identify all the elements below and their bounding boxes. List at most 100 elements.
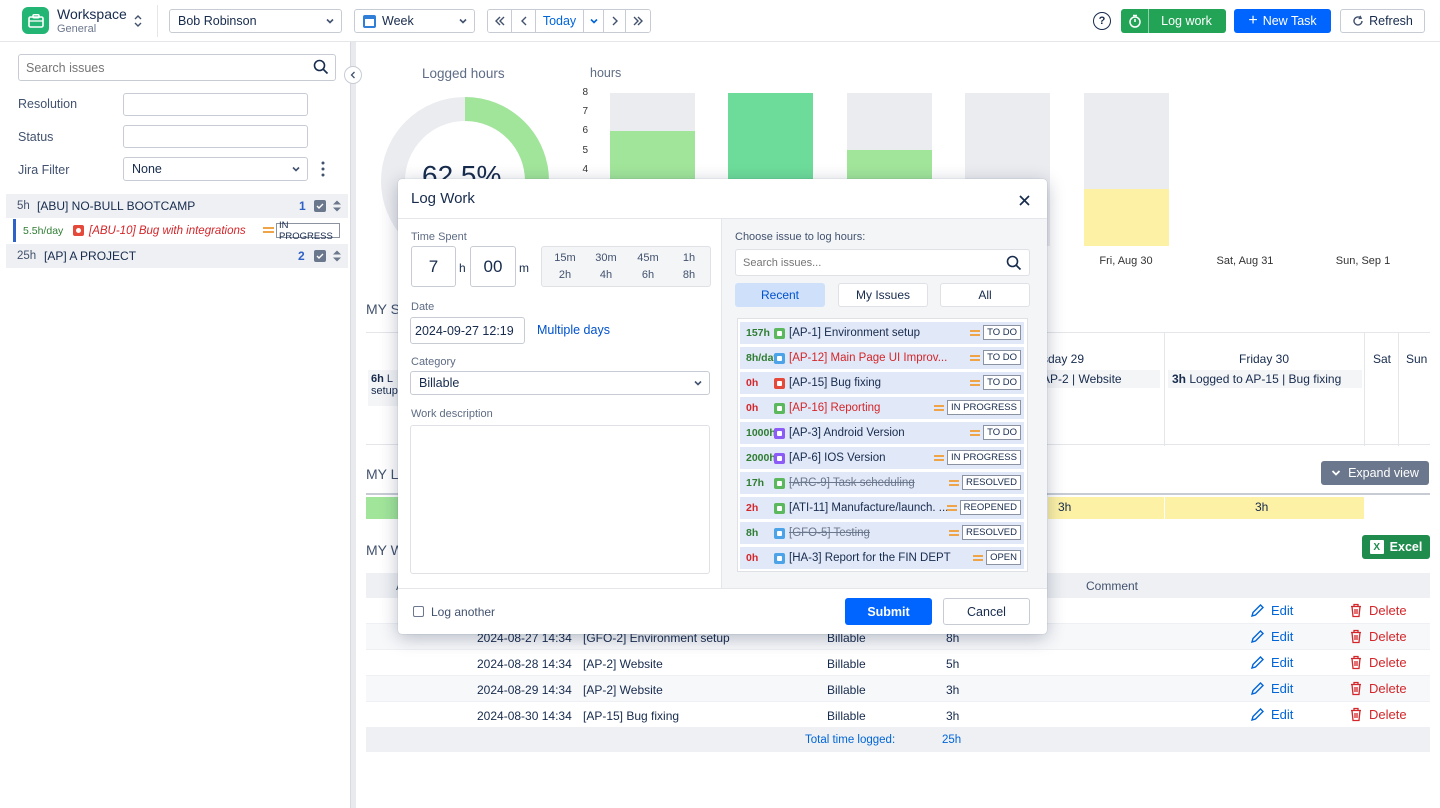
- workspace-switch-icon[interactable]: [133, 13, 143, 29]
- minutes-input[interactable]: 00: [470, 246, 516, 287]
- edit-button[interactable]: Edit: [1250, 681, 1293, 696]
- calendar-icon: [363, 14, 376, 28]
- sort-icon[interactable]: [332, 249, 342, 263]
- search-input[interactable]: [19, 55, 304, 80]
- expand-view-label: Expand view: [1348, 466, 1419, 480]
- edit-button[interactable]: Edit: [1250, 629, 1293, 644]
- worklog-issue[interactable]: [AP-15] Bug fixing: [583, 709, 679, 723]
- close-icon[interactable]: [1016, 192, 1032, 208]
- quick-time-button[interactable]: 6h: [633, 269, 663, 281]
- delete-button[interactable]: Delete: [1349, 707, 1407, 722]
- hours-bar[interactable]: [1084, 93, 1169, 246]
- issue-type-icon: [774, 352, 785, 364]
- delete-label: Delete: [1369, 707, 1407, 722]
- sort-icon[interactable]: [332, 199, 342, 213]
- issue-list-item[interactable]: 157h [AP-1] Environment setup TO DO: [740, 322, 1024, 344]
- delete-button[interactable]: Delete: [1349, 603, 1407, 618]
- issue-key: [AP-16] Reporting: [789, 402, 881, 414]
- search-box[interactable]: [18, 54, 336, 81]
- delete-button[interactable]: Delete: [1349, 681, 1407, 696]
- issue-list-item[interactable]: 0h [AP-16] Reporting IN PROGRESS: [740, 397, 1024, 419]
- issue-list-item[interactable]: 0h [AP-15] Bug fixing TO DO: [740, 372, 1024, 394]
- today-button[interactable]: Today: [536, 10, 584, 32]
- resolution-field[interactable]: [123, 93, 308, 116]
- timeline-bar[interactable]: 3h: [1048, 497, 1164, 519]
- issue-search-input[interactable]: [736, 250, 996, 275]
- period-select[interactable]: Week: [354, 9, 475, 33]
- header-separator: [157, 5, 158, 37]
- work-description-textarea[interactable]: [410, 425, 710, 574]
- issue-search-box[interactable]: [735, 249, 1030, 276]
- checklist-icon[interactable]: [314, 200, 326, 212]
- checklist-icon[interactable]: [314, 250, 326, 262]
- tab-all[interactable]: All: [940, 283, 1030, 307]
- workspace-title[interactable]: Workspace: [57, 6, 127, 22]
- edit-button[interactable]: Edit: [1250, 603, 1293, 618]
- issue-hours: 2000h: [746, 452, 776, 464]
- issue-list-item[interactable]: 8h [GFO-5] Testing RESOLVED: [740, 522, 1024, 544]
- chevron-left-icon[interactable]: [512, 10, 536, 32]
- expand-view-button[interactable]: Expand view: [1321, 461, 1429, 485]
- edit-button[interactable]: Edit: [1250, 655, 1293, 670]
- search-icon[interactable]: [313, 59, 329, 75]
- calendar-col-header: Sun: [1406, 352, 1428, 366]
- issue-list-item[interactable]: 1000h [AP-3] Android Version TO DO: [740, 422, 1024, 444]
- project-row[interactable]: 5h [ABU] NO-BULL BOOTCAMP 1: [6, 194, 348, 218]
- tab-recent[interactable]: Recent: [735, 283, 825, 307]
- tab-my-issues[interactable]: My Issues: [838, 283, 928, 307]
- quick-time-button[interactable]: 15m: [550, 252, 580, 264]
- more-options-icon[interactable]: [321, 161, 325, 177]
- issue-list-item[interactable]: 8h/day [AP-12] Main Page UI Improv... TO D…: [740, 347, 1024, 369]
- collapse-sidebar-icon[interactable]: [344, 66, 362, 84]
- issue-row[interactable]: 5.5h/day [ABU-10] Bug with integrations …: [13, 219, 340, 242]
- submit-button[interactable]: Submit: [845, 598, 932, 625]
- quick-time-button[interactable]: 2h: [550, 269, 580, 281]
- priority-medium-icon: [263, 227, 274, 233]
- worklog-issue[interactable]: [AP-2] Website: [583, 657, 663, 671]
- user-select[interactable]: Bob Robinson: [169, 9, 342, 33]
- quick-time-button[interactable]: 30m: [591, 252, 621, 264]
- issue-list-item[interactable]: 2000h [AP-6] IOS Version IN PROGRESS: [740, 447, 1024, 469]
- worklog-issue[interactable]: [AP-2] Website: [583, 683, 663, 697]
- delete-button[interactable]: Delete: [1349, 629, 1407, 644]
- quick-time-button[interactable]: 1h: [674, 252, 704, 264]
- project-row[interactable]: 25h [AP] A PROJECT 2: [6, 244, 348, 268]
- sidebar-resize-handle[interactable]: [350, 42, 356, 808]
- calendar-entry[interactable]: AP-2 | Website: [1038, 370, 1160, 388]
- double-chevron-right-icon[interactable]: [626, 10, 650, 32]
- help-icon[interactable]: ?: [1093, 12, 1111, 30]
- refresh-button[interactable]: Refresh: [1340, 9, 1425, 33]
- calendar-entry[interactable]: 3h Logged to AP-15 | Bug fixing: [1168, 370, 1362, 388]
- issue-key: [ATI-11] Manufacture/launch. ...: [789, 502, 949, 514]
- edit-button[interactable]: Edit: [1250, 707, 1293, 722]
- issue-list-item[interactable]: 0h [HA-3] Report for the FIN DEPT OPEN: [740, 547, 1024, 569]
- cancel-button[interactable]: Cancel: [943, 598, 1030, 625]
- quick-time-button[interactable]: 8h: [674, 269, 704, 281]
- status-field[interactable]: [123, 125, 308, 148]
- log-another-checkbox[interactable]: [413, 606, 424, 617]
- issue-list-item[interactable]: 17h [ARC-9] Task scheduling RESOLVED: [740, 472, 1024, 494]
- timeline-bar[interactable]: 3h: [1165, 497, 1364, 519]
- log-work-button[interactable]: Log work: [1121, 9, 1226, 33]
- jira-filter-select[interactable]: None: [123, 157, 308, 181]
- double-chevron-left-icon[interactable]: [488, 10, 512, 32]
- category-select[interactable]: Billable: [410, 371, 710, 395]
- workspace-logo-icon[interactable]: [22, 7, 49, 34]
- search-icon[interactable]: [1006, 255, 1022, 271]
- delete-button[interactable]: Delete: [1349, 655, 1407, 670]
- date-input[interactable]: 2024-09-27 12:19: [410, 317, 525, 344]
- day-label: Fri, Aug 30: [1099, 255, 1153, 267]
- excel-export-button[interactable]: X Excel: [1362, 535, 1430, 559]
- chevron-right-icon[interactable]: [604, 10, 626, 32]
- priority-medium-icon: [973, 555, 983, 561]
- quick-time-button[interactable]: 45m: [633, 252, 663, 264]
- multiple-days-link[interactable]: Multiple days: [537, 323, 610, 337]
- hours-input[interactable]: 7: [411, 246, 456, 287]
- edit-label: Edit: [1271, 681, 1294, 696]
- quick-time-button[interactable]: 4h: [591, 269, 621, 281]
- worklog-category: Billable: [827, 657, 866, 671]
- today-dropdown-icon[interactable]: [584, 10, 604, 32]
- new-task-button[interactable]: + New Task: [1234, 9, 1331, 33]
- issue-list-item[interactable]: 2h [ATI-11] Manufacture/launch. ... REOPEN…: [740, 497, 1024, 519]
- y-tick: 8: [582, 87, 588, 98]
